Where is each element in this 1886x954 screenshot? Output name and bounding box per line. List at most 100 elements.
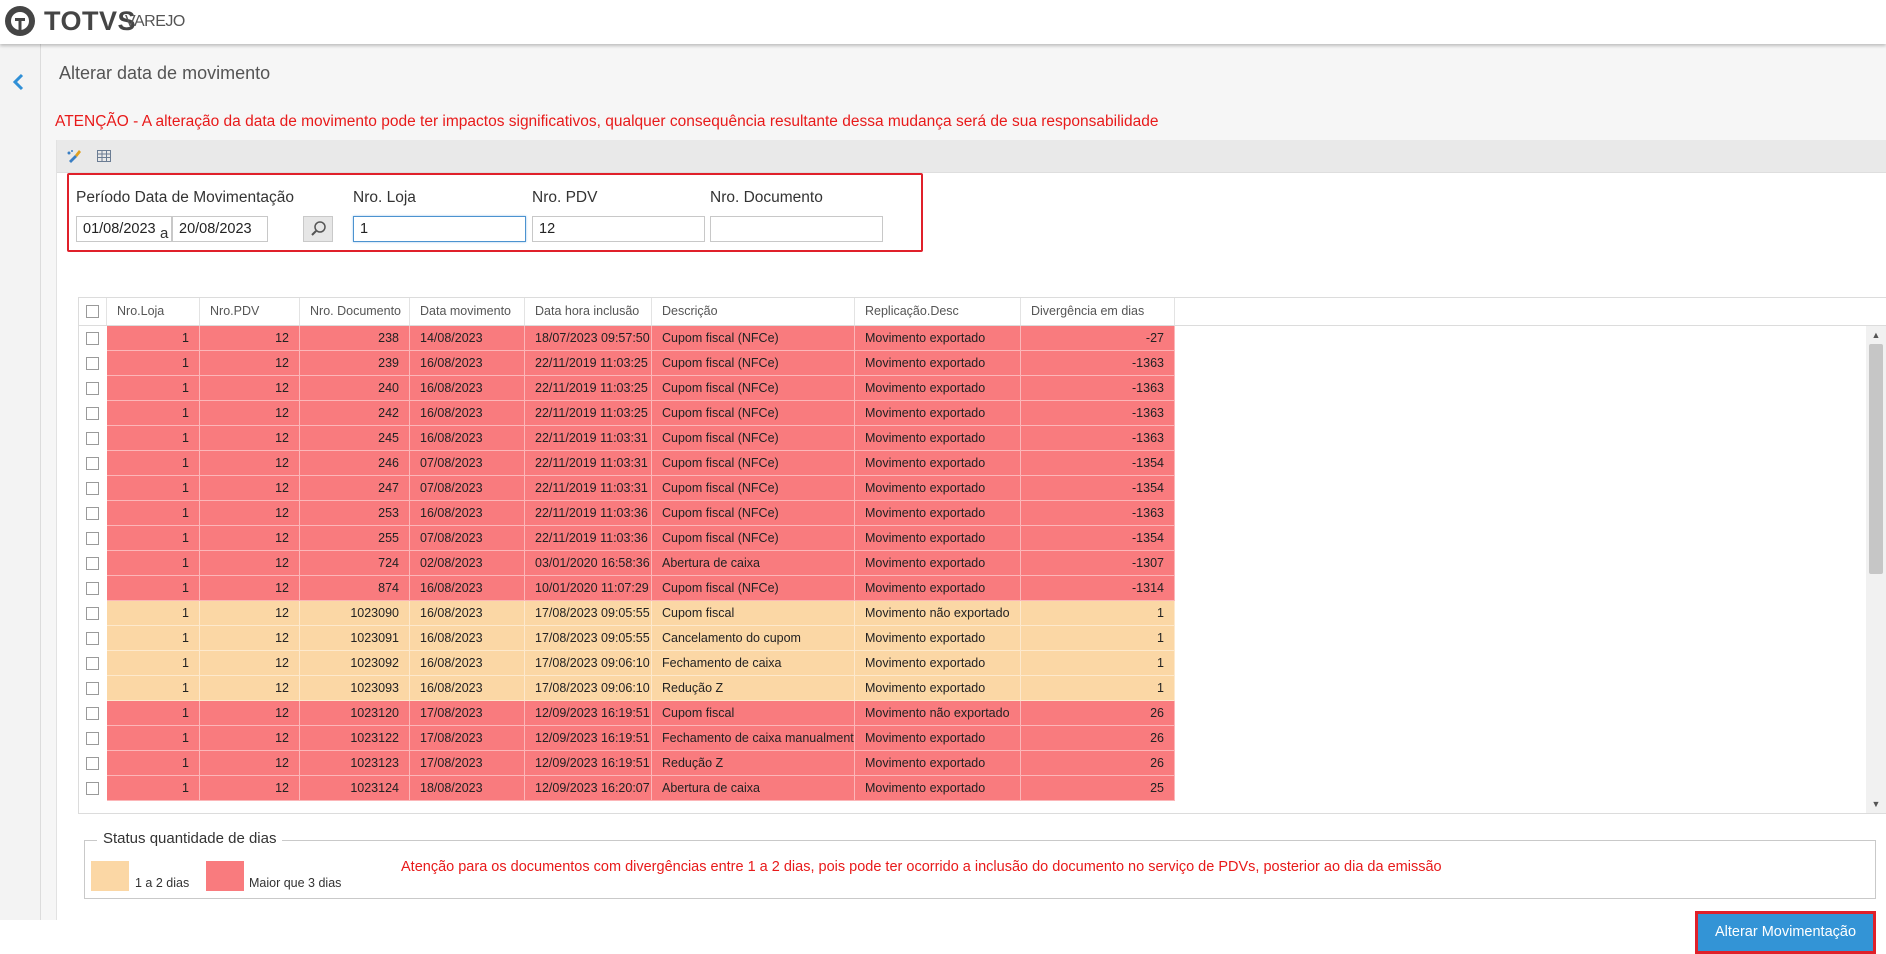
chevron-left-icon[interactable] — [8, 70, 28, 94]
table-cell: 22/11/2019 11:03:25 — [525, 401, 652, 426]
row-checkbox[interactable] — [86, 482, 99, 495]
scroll-down-icon[interactable]: ▼ — [1871, 799, 1881, 809]
row-checkbox[interactable] — [86, 557, 99, 570]
vertical-scrollbar[interactable]: ▲ ▼ — [1866, 326, 1886, 813]
table-row[interactable]: 1 12 1023091 16/08/2023 17/08/2023 09:05:55 C… — [79, 626, 1865, 651]
table-cell: 12 — [200, 576, 300, 601]
row-checkbox[interactable] — [86, 782, 99, 795]
row-checkbox[interactable] — [86, 607, 99, 620]
table-row[interactable]: 1 12 245 16/08/2023 22/11/2019 11:03:31 Cupom… — [79, 426, 1865, 451]
red-swatch — [206, 861, 244, 891]
table-row[interactable]: 1 12 238 14/08/2023 18/07/2023 09:57:50 Cupom… — [79, 326, 1865, 351]
content-panel: Período Data de Movimentação a Nro. Loja… — [56, 140, 1886, 954]
table-cell: 12/09/2023 16:19:51 — [525, 726, 652, 751]
table-row[interactable]: 1 12 1023092 16/08/2023 17/08/2023 09:06:10 F… — [79, 651, 1865, 676]
table-cell: 22/11/2019 11:03:31 — [525, 426, 652, 451]
table-cell: 12 — [200, 526, 300, 551]
table-cell: Movimento exportado — [855, 476, 1021, 501]
alterar-movimentacao-button[interactable]: Alterar Movimentação — [1695, 911, 1876, 954]
table-cell: 12/09/2023 16:20:07 — [525, 776, 652, 801]
column-header[interactable]: Descrição — [652, 298, 855, 325]
row-checkbox[interactable] — [86, 332, 99, 345]
table-cell: 18/08/2023 — [410, 776, 525, 801]
table-row[interactable]: 1 12 247 07/08/2023 22/11/2019 11:03:31 Cupom… — [79, 476, 1865, 501]
table-row[interactable]: 1 12 724 02/08/2023 03/01/2020 16:58:36 Abert… — [79, 551, 1865, 576]
column-header[interactable]: Divergência em dias — [1021, 298, 1175, 325]
scroll-up-icon[interactable]: ▲ — [1871, 330, 1881, 340]
table-row[interactable]: 1 12 253 16/08/2023 22/11/2019 11:03:36 Cupom… — [79, 501, 1865, 526]
row-checkbox[interactable] — [86, 432, 99, 445]
row-checkbox[interactable] — [86, 507, 99, 520]
table-cell: 1 — [1021, 676, 1175, 701]
table-cell: Cupom fiscal (NFCe) — [652, 451, 855, 476]
table-row[interactable]: 1 12 246 07/08/2023 22/11/2019 11:03:31 Cupom… — [79, 451, 1865, 476]
column-header[interactable]: Nro.PDV — [200, 298, 300, 325]
table-cell: 1023092 — [300, 651, 410, 676]
table-cell: -1363 — [1021, 501, 1175, 526]
table-cell: 1023120 — [300, 701, 410, 726]
table-row[interactable]: 1 12 1023123 17/08/2023 12/09/2023 16:19:51 R… — [79, 751, 1865, 776]
pdv-input[interactable] — [532, 216, 705, 242]
left-rail — [0, 44, 41, 920]
row-checkbox[interactable] — [86, 532, 99, 545]
date-to-input[interactable] — [172, 216, 268, 242]
row-checkbox[interactable] — [86, 707, 99, 720]
table-cell: 12/09/2023 16:19:51 — [525, 701, 652, 726]
table-cell: 16/08/2023 — [410, 426, 525, 451]
table-cell: 238 — [300, 326, 410, 351]
table-row[interactable]: 1 12 1023124 18/08/2023 12/09/2023 16:20:07 A… — [79, 776, 1865, 801]
row-checkbox[interactable] — [86, 382, 99, 395]
row-checkbox[interactable] — [86, 682, 99, 695]
table-cell: Movimento exportado — [855, 526, 1021, 551]
table-cell: Movimento exportado — [855, 751, 1021, 776]
select-all-checkbox[interactable] — [86, 305, 99, 318]
documento-input[interactable] — [710, 216, 883, 242]
row-checkbox[interactable] — [86, 457, 99, 470]
row-checkbox[interactable] — [86, 407, 99, 420]
row-checkbox[interactable] — [86, 357, 99, 370]
grid-icon[interactable] — [96, 148, 112, 164]
table-cell: 12 — [200, 451, 300, 476]
table-cell: 1 — [107, 526, 200, 551]
table-row[interactable]: 1 12 1023120 17/08/2023 12/09/2023 16:19:51 C… — [79, 701, 1865, 726]
table-row[interactable]: 1 12 242 16/08/2023 22/11/2019 11:03:25 Cupom… — [79, 401, 1865, 426]
table-cell: 22/11/2019 11:03:25 — [525, 376, 652, 401]
column-header[interactable]: Replicação.Desc — [855, 298, 1021, 325]
table-row[interactable]: 1 12 240 16/08/2023 22/11/2019 11:03:25 Cupom… — [79, 376, 1865, 401]
table-row[interactable]: 1 12 874 16/08/2023 10/01/2020 11:07:29 Cupom… — [79, 576, 1865, 601]
scroll-thumb[interactable] — [1869, 344, 1883, 574]
table-row[interactable]: 1 12 1023093 16/08/2023 17/08/2023 09:06:10 R… — [79, 676, 1865, 701]
table-cell: 12 — [200, 701, 300, 726]
table-cell: 12 — [200, 651, 300, 676]
table-cell: Cupom fiscal (NFCe) — [652, 376, 855, 401]
table-cell: 12 — [200, 476, 300, 501]
table-cell: 245 — [300, 426, 410, 451]
table-cell: Cupom fiscal — [652, 701, 855, 726]
row-checkbox[interactable] — [86, 657, 99, 670]
column-header[interactable]: Data hora inclusão — [525, 298, 652, 325]
table-cell: 25 — [1021, 776, 1175, 801]
table-row[interactable]: 1 12 255 07/08/2023 22/11/2019 11:03:36 Cupom… — [79, 526, 1865, 551]
table-cell: 1 — [107, 426, 200, 451]
column-header[interactable]: Nro.Loja — [107, 298, 200, 325]
brush-icon[interactable] — [66, 148, 82, 164]
table-cell: Movimento exportado — [855, 376, 1021, 401]
search-button[interactable] — [303, 216, 333, 242]
table-cell: 1 — [107, 576, 200, 601]
table-cell: 26 — [1021, 751, 1175, 776]
row-checkbox[interactable] — [86, 632, 99, 645]
table-row[interactable]: 1 12 1023122 17/08/2023 12/09/2023 16:19:51 F… — [79, 726, 1865, 751]
table-cell: -1363 — [1021, 426, 1175, 451]
date-from-input[interactable] — [76, 216, 172, 242]
table-row[interactable]: 1 12 239 16/08/2023 22/11/2019 11:03:25 Cupom… — [79, 351, 1865, 376]
table-cell: -1363 — [1021, 376, 1175, 401]
row-checkbox[interactable] — [86, 757, 99, 770]
row-checkbox[interactable] — [86, 732, 99, 745]
table-cell: 1 — [107, 476, 200, 501]
column-header[interactable]: Data movimento — [410, 298, 525, 325]
row-checkbox[interactable] — [86, 582, 99, 595]
loja-input[interactable] — [353, 216, 526, 242]
column-header[interactable]: Nro. Documento — [300, 298, 410, 325]
table-cell: 1 — [107, 751, 200, 776]
table-row[interactable]: 1 12 1023090 16/08/2023 17/08/2023 09:05:55 C… — [79, 601, 1865, 626]
